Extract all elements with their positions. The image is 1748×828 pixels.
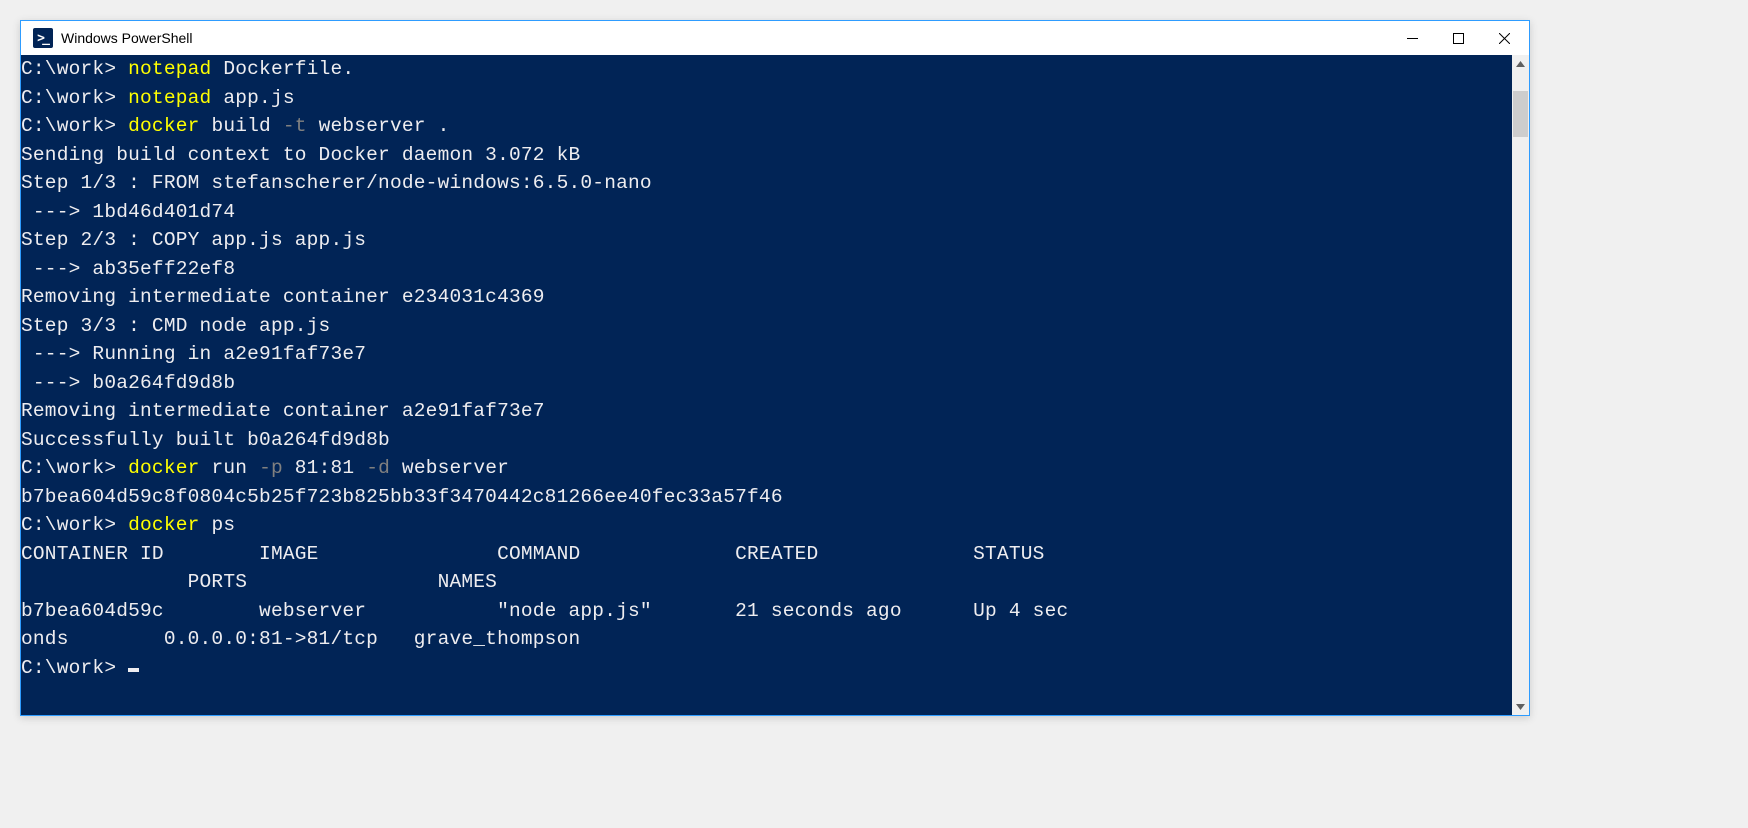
- client-area: C:\work> notepad Dockerfile. C:\work> no…: [21, 55, 1529, 715]
- maximize-icon: [1453, 33, 1464, 44]
- close-button[interactable]: [1481, 22, 1527, 54]
- window-title: Windows PowerShell: [61, 30, 193, 46]
- maximize-button[interactable]: [1435, 22, 1481, 54]
- scroll-down-button[interactable]: [1512, 698, 1529, 715]
- close-icon: [1499, 33, 1510, 44]
- scroll-thumb[interactable]: [1513, 91, 1528, 137]
- minimize-icon: [1407, 33, 1418, 44]
- powershell-window: Windows PowerShell C:\work> notepad Dock…: [20, 20, 1530, 716]
- vertical-scrollbar[interactable]: [1512, 55, 1529, 715]
- terminal-output[interactable]: C:\work> notepad Dockerfile. C:\work> no…: [21, 55, 1512, 715]
- chevron-up-icon: [1516, 61, 1525, 67]
- titlebar[interactable]: Windows PowerShell: [21, 21, 1529, 55]
- powershell-icon: [33, 28, 53, 48]
- chevron-down-icon: [1516, 704, 1525, 710]
- scroll-up-button[interactable]: [1512, 55, 1529, 72]
- window-controls: [1389, 22, 1527, 54]
- minimize-button[interactable]: [1389, 22, 1435, 54]
